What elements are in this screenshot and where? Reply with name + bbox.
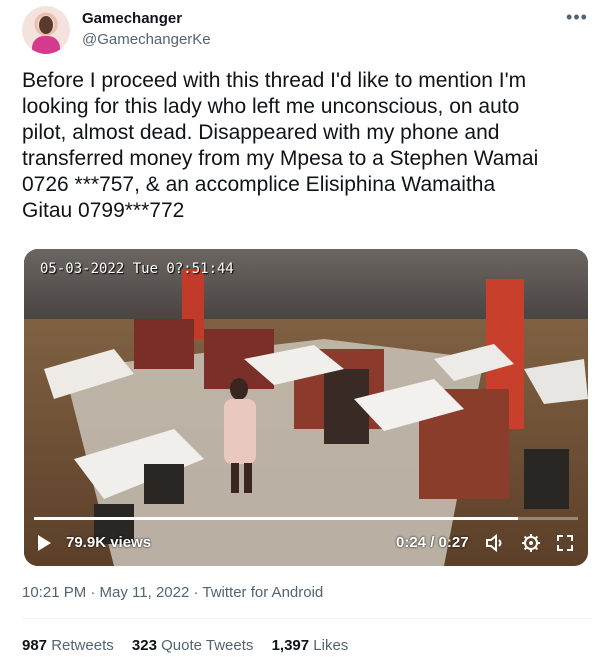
settings-gear-icon[interactable] bbox=[520, 532, 542, 554]
video-progress-fill bbox=[34, 517, 519, 520]
tweet-text: Before I proceed with this thread I'd li… bbox=[22, 69, 539, 222]
likes-stat[interactable]: 1,397 Likes bbox=[272, 637, 349, 654]
play-icon[interactable] bbox=[38, 535, 51, 551]
video-controls: 79.9K views 0:24 / 0:27 bbox=[24, 522, 588, 566]
avatar-shirt bbox=[32, 36, 60, 54]
quotes-label: Quote Tweets bbox=[161, 637, 254, 654]
tweet-timestamp[interactable]: 10:21 PM · May 11, 2022 · Twitter for An… bbox=[22, 584, 323, 601]
avatar[interactable] bbox=[22, 6, 70, 54]
fullscreen-icon[interactable] bbox=[554, 532, 576, 554]
more-horizontal-icon[interactable]: ••• bbox=[566, 8, 588, 28]
retweets-stat[interactable]: 987 Retweets bbox=[22, 637, 114, 654]
retweets-count: 987 bbox=[22, 637, 48, 654]
video-time: 0:24 / 0:27 bbox=[396, 534, 469, 551]
views-count: 79.9K views bbox=[66, 534, 152, 551]
author-name[interactable]: Gamechanger bbox=[82, 10, 182, 27]
quotes-stat[interactable]: 323 Quote Tweets bbox=[132, 637, 253, 654]
avatar-face bbox=[39, 16, 53, 34]
quotes-count: 323 bbox=[131, 637, 157, 654]
likes-count: 1,397 bbox=[271, 637, 310, 654]
tweet-header: Gamechanger @GamechangerKe ••• bbox=[22, 6, 592, 56]
tweet-stats: 987 Retweets 323 Quote Tweets 1,397 Like… bbox=[22, 637, 362, 654]
likes-label: Likes bbox=[313, 637, 349, 654]
author-handle[interactable]: @GamechangerKe bbox=[82, 31, 211, 48]
video-progress-bar[interactable] bbox=[34, 517, 578, 520]
volume-icon[interactable] bbox=[484, 532, 506, 554]
video-player[interactable]: 05-03-2022 Tue 0?:51:44 79.9K views 0:24… bbox=[24, 249, 588, 566]
divider bbox=[22, 618, 592, 619]
retweets-label: Retweets bbox=[51, 637, 114, 654]
cctv-timestamp: 05-03-2022 Tue 0?:51:44 bbox=[40, 261, 234, 277]
